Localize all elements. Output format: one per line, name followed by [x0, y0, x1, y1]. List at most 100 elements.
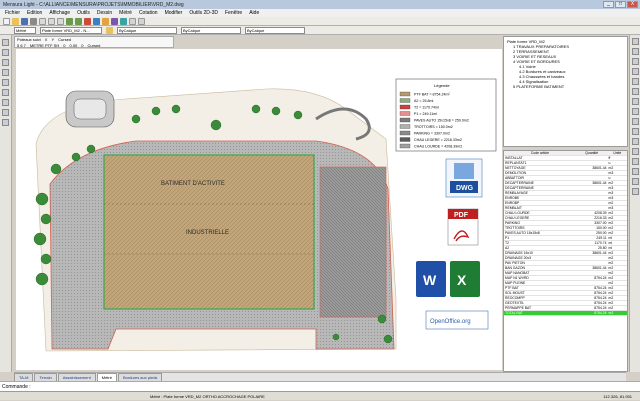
- close-button[interactable]: X: [627, 1, 638, 8]
- properties-icon[interactable]: [111, 17, 118, 25]
- layout-tabs: TA-M Terrain Assainissement Métré Bordur…: [14, 372, 626, 381]
- legend-swatch: [399, 91, 411, 97]
- open-folder-icon[interactable]: [12, 17, 19, 25]
- menu-fenetre[interactable]: Fenêtre: [225, 10, 242, 16]
- legend-entry: A2 = 25.8ml: [414, 99, 433, 103]
- layer-toolbar: Métré Plate forme VRD_M2 - N... ByCalque…: [0, 26, 640, 35]
- tree-item[interactable]: 5 PLATEFORME BATIMENT: [507, 84, 624, 89]
- window-controls: _ □ X: [603, 1, 638, 8]
- openoffice-label: OpenOffice.org: [430, 319, 471, 325]
- command-line[interactable]: Commande :: [0, 381, 640, 391]
- cell-quantity: 8754.24: [575, 310, 608, 317]
- menu-edition[interactable]: Edition: [27, 10, 42, 16]
- snap-icon[interactable]: [138, 17, 145, 25]
- redo-icon[interactable]: [75, 17, 82, 25]
- dwg-export-icon[interactable]: DWG: [445, 158, 483, 198]
- circle-tool-icon[interactable]: [2, 69, 9, 76]
- hatch-tool-icon[interactable]: [2, 99, 9, 106]
- openoffice-export-icon[interactable]: OpenOffice.org: [425, 310, 489, 330]
- print-icon[interactable]: [30, 17, 37, 25]
- new-file-icon[interactable]: [3, 17, 10, 25]
- menu-modifier[interactable]: Modifier: [165, 10, 183, 16]
- project-combo[interactable]: Plate forme VRD_M2 - N...: [40, 26, 102, 34]
- menu-affichage[interactable]: Affichage: [49, 10, 70, 16]
- tab-metre[interactable]: Métré: [96, 373, 117, 381]
- zoom-window-icon[interactable]: [631, 178, 639, 185]
- polyline-tool-icon[interactable]: [2, 59, 9, 66]
- right-toolbar: [629, 35, 640, 372]
- undo-icon[interactable]: [66, 17, 73, 25]
- tab-terrain[interactable]: Terrain: [34, 373, 57, 381]
- copy-icon[interactable]: [48, 17, 55, 25]
- color-combo[interactable]: ByCalque: [117, 26, 177, 34]
- copy-tool-icon[interactable]: [631, 48, 639, 55]
- area-tool-icon[interactable]: [631, 158, 639, 165]
- menu-outils[interactable]: Outils: [77, 10, 90, 16]
- offset-tool-icon[interactable]: [631, 88, 639, 95]
- window-title: Mensura Light - C:\ALLIANCE\MENSURA\PROJ…: [3, 1, 184, 8]
- quantities-table: Code article Quantité Unité INSTALLAT ff R…: [503, 150, 628, 372]
- parking-area[interactable]: [319, 166, 387, 318]
- measure-icon[interactable]: [120, 17, 127, 25]
- grid-icon[interactable]: [129, 17, 136, 25]
- dwg-label: DWG: [456, 185, 474, 192]
- menu-bar: Fichier Edition Affichage Outils Dessin …: [0, 9, 640, 17]
- excel-export-icon[interactable]: X: [450, 261, 480, 297]
- extend-tool-icon[interactable]: [631, 108, 639, 115]
- block-tool-icon[interactable]: [2, 119, 9, 126]
- menu-fichier[interactable]: Fichier: [5, 10, 20, 16]
- menu-outils-2d-3d[interactable]: Outils 2D-3D: [189, 10, 218, 16]
- layer-state-icon[interactable]: [106, 26, 113, 34]
- rotate-tool-icon[interactable]: [631, 58, 639, 65]
- pdf-export-icon[interactable]: PDF: [447, 208, 479, 246]
- linetype-combo[interactable]: ByCalque: [181, 26, 241, 34]
- erase-tool-icon[interactable]: [631, 138, 639, 145]
- status-text: Métré : Plate forme VRD_M2 ORTHO ACCROCH…: [150, 394, 265, 399]
- table-row[interactable]: TOTAL BAT 8754.24 m2: [504, 310, 627, 317]
- zoom-icon[interactable]: [84, 17, 91, 25]
- legend-swatch: [399, 124, 411, 129]
- paste-icon[interactable]: [57, 17, 64, 25]
- tab-ta-m[interactable]: TA-M: [14, 373, 34, 381]
- line-tool-icon[interactable]: [2, 49, 9, 56]
- trim-tool-icon[interactable]: [631, 98, 639, 105]
- menu-dessin[interactable]: Dessin: [97, 10, 112, 16]
- properties-panel: Poteaux suivi X Y Cursed 5 6 7 METRE PTF…: [14, 36, 174, 48]
- tab-bordures[interactable]: Bordures aux pieds: [117, 373, 163, 381]
- building-label-2: INDUSTRIELLE: [186, 230, 229, 236]
- menu-metre[interactable]: Métré: [119, 10, 132, 16]
- legend-title: Légende: [434, 83, 450, 88]
- tab-assainissement[interactable]: Assainissement: [57, 373, 96, 381]
- cell-code: TOTAL BAT: [504, 310, 576, 317]
- text-tool-icon[interactable]: [2, 109, 9, 116]
- explode-tool-icon[interactable]: [631, 128, 639, 135]
- regen-icon[interactable]: [631, 188, 639, 195]
- arc-tool-icon[interactable]: [2, 79, 9, 86]
- menu-cotation[interactable]: Cotation: [139, 10, 158, 16]
- cut-icon[interactable]: [39, 17, 46, 25]
- menu-aide[interactable]: Aide: [249, 10, 259, 16]
- fillet-tool-icon[interactable]: [631, 118, 639, 125]
- legend-swatch: [399, 130, 411, 136]
- pan-icon[interactable]: [93, 17, 100, 25]
- legend-swatch: [399, 98, 411, 103]
- mirror-tool-icon[interactable]: [631, 78, 639, 85]
- legend-swatch: [399, 137, 411, 142]
- minimize-button[interactable]: _: [603, 1, 614, 8]
- lineweight-combo[interactable]: ByCalque: [245, 26, 305, 34]
- drawing-canvas[interactable]: BATIMENT D'ACTIVITE INDUSTRIELLE Légende…: [16, 49, 502, 370]
- legend-entry: PTF BAT = 8754.24m²: [414, 93, 451, 97]
- legend-entry: PARKING = 3307.0m2: [414, 132, 450, 136]
- layer-icon[interactable]: [102, 17, 109, 25]
- legend-swatch: [399, 111, 411, 116]
- dimension-tool-icon[interactable]: [631, 148, 639, 155]
- word-export-icon[interactable]: W: [416, 261, 446, 297]
- mode-combo[interactable]: Métré: [14, 26, 36, 34]
- rectangle-tool-icon[interactable]: [2, 89, 9, 96]
- maximize-button[interactable]: □: [615, 1, 626, 8]
- save-icon[interactable]: [21, 17, 28, 25]
- move-tool-icon[interactable]: [631, 38, 639, 45]
- scale-tool-icon[interactable]: [631, 68, 639, 75]
- select-tool-icon[interactable]: [2, 39, 9, 46]
- zoom-extents-icon[interactable]: [631, 168, 639, 175]
